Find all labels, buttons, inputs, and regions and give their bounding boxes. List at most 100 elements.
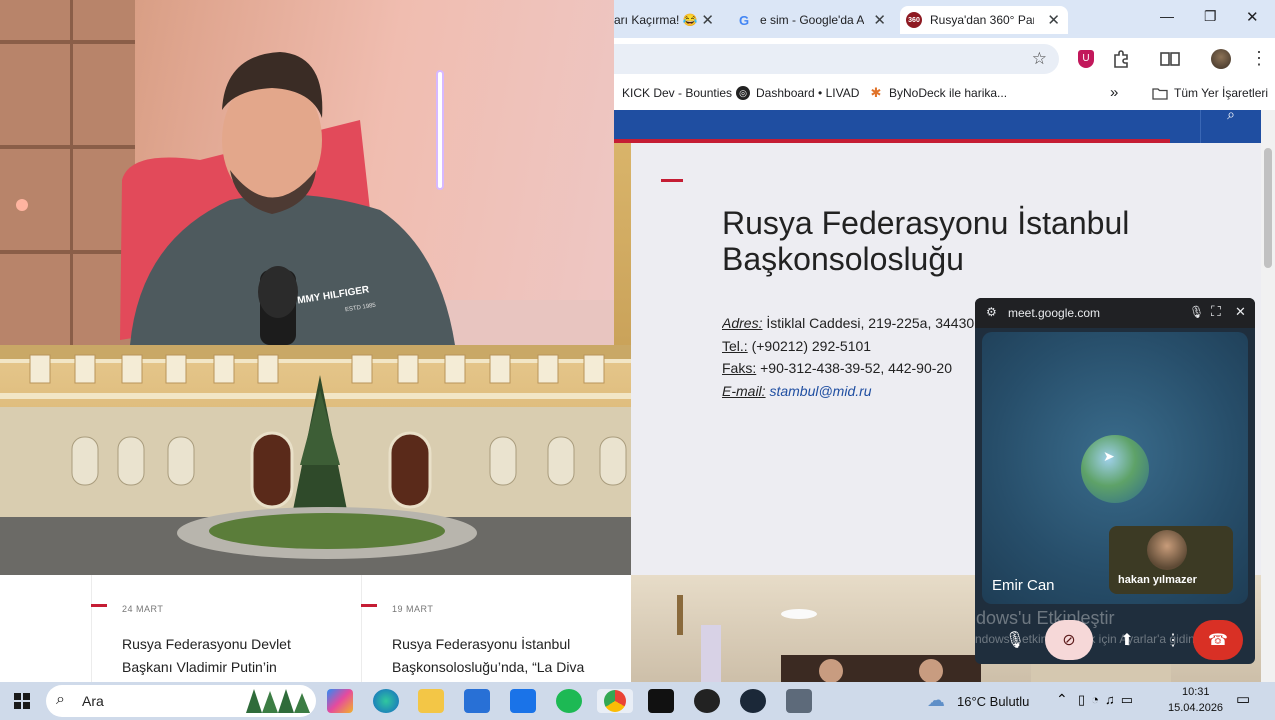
camera-off-button[interactable]: ⊘ [1045,620,1093,660]
consulate-building-photo [0,345,631,575]
meet-header: ⚙ meet.google.com 🎙 ⛶ ✕ [975,298,1255,328]
obs-icon[interactable] [694,689,720,713]
calculator-icon[interactable] [786,689,812,713]
steam-icon[interactable] [740,689,766,713]
address-bar[interactable]: ☆ [614,44,1059,74]
news-divider [91,575,92,682]
tab-video[interactable]: arı Kaçırma! 😂 ✕ [614,6,722,34]
more-bookmarks-button[interactable]: » [1110,84,1118,101]
present-screen-button[interactable]: ⬆ [1107,620,1147,660]
chrome-icon[interactable] [597,689,633,713]
bookmark-bynodeck[interactable]: ✱ ByNoDeck ile harika... [869,85,1008,100]
tab-google-search[interactable]: G e sim - Google'da Ara ✕ [732,6,894,34]
news-date: 19 MART [392,604,434,614]
clock-time[interactable]: 10:31 [1182,686,1210,698]
notification-icon[interactable]: ▭ [1236,690,1250,708]
menu-kebab-icon[interactable]: ⋮ [1250,48,1268,69]
bookmark-livad[interactable]: ◎ Dashboard • LIVAD [736,86,859,100]
reading-list-icon[interactable] [1160,51,1180,67]
clock-date[interactable]: 15.04.2026 [1168,702,1223,714]
search-placeholder: Ara [82,693,104,709]
search-icon: ⌕ [56,691,65,708]
edge-icon[interactable] [373,689,399,713]
news-date: 24 MART [122,604,164,614]
puzzle-icon[interactable] [1112,50,1130,68]
meet-pip-window: ⚙ meet.google.com 🎙 ⛶ ✕ ➤ Emir Can hakan… [975,298,1255,664]
bookmark-label: ByNoDeck ile harika... [889,86,1008,100]
close-icon[interactable]: ✕ [701,11,714,29]
maximize-button[interactable]: ❐ [1204,8,1217,25]
self-name: hakan yılmazer [1118,574,1197,586]
google-icon: G [738,12,750,28]
site-settings-icon[interactable]: ⚙ [986,305,997,319]
folder-icon [1152,87,1168,100]
nav-divider [1200,110,1201,143]
tab-panorama[interactable]: 360 Rusya'dan 360° Panorama ✕ [900,6,1068,34]
windows-start-icon[interactable] [14,693,30,709]
news-divider [361,575,362,682]
tray-chevron-icon[interactable]: ⌃ [1056,691,1068,708]
page-title: Rusya Federasyonu İstanbul Başkonsoloslu… [722,205,1130,277]
search-icon[interactable]: ⌕ [1227,106,1235,123]
windows-taskbar: ⌕ Ara ☁ 16°C Bulutlu ⌃ ▯◔♫▭ 10:31 15.04.… [0,682,1275,720]
back-to-tab-icon[interactable]: ⛶ [1211,303,1221,320]
file-explorer-icon[interactable] [418,689,444,713]
bookmark-kick[interactable]: KICK Dev - Bounties [622,86,732,100]
address-label: Adres: [722,315,763,331]
participant-name: Emir Can [992,577,1055,594]
participant-avatar [1081,435,1149,503]
store-icon[interactable] [464,689,490,713]
page-scrollbar-thumb[interactable] [1264,148,1272,268]
star-icon[interactable]: ☆ [1032,49,1047,69]
tray-system-icons[interactable]: ▯◔♫▭ [1078,692,1139,708]
search-highlight-trees-icon [246,689,310,713]
end-call-button[interactable]: ☎ [1193,620,1243,660]
app-tool-icon[interactable] [648,689,674,713]
tab-title: Rusya'dan 360° Panorama [930,13,1034,27]
window-close-button[interactable]: ✕ [1246,8,1259,26]
news-title-link[interactable]: Rusya Federasyonu Devlet Başkanı Vladimi… [122,633,342,679]
news-accent [91,604,107,607]
mouse-cursor-icon: ➤ [1103,448,1115,464]
outlook-icon[interactable] [510,689,536,713]
self-view-tile: hakan yılmazer [1109,526,1233,594]
copilot-icon[interactable] [327,689,353,713]
tab-strip: arı Kaçırma! 😂 ✕ G e sim - Google'da Ara… [614,0,1275,38]
bynodeck-icon: ✱ [870,85,882,100]
address-value: İstiklal Caddesi, 219-225a, 34430, [766,315,979,331]
building-illustration [0,345,631,575]
news-accent [361,604,377,607]
browser-toolbar: ☆ U ⋮ [614,38,1275,80]
close-pip-icon[interactable]: ✕ [1235,304,1246,320]
tel-line: Tel.: (+90212) 292-5101 [722,338,982,354]
mic-button[interactable]: 🎙 [995,620,1035,660]
fax-line: Faks: +90-312-438-39-52, 442-90-20 [722,360,982,376]
extension-shield-icon[interactable]: U [1078,50,1094,68]
spotify-icon[interactable] [556,689,582,713]
taskbar-search[interactable]: ⌕ Ara [46,685,316,717]
weather-cloud-icon: ☁ [927,690,945,710]
close-icon[interactable]: ✕ [873,11,886,29]
meet-controls: Windows'u Etkinleştir Windows'u etkinleş… [975,608,1255,664]
bookmark-label: Dashboard • LIVAD [756,86,860,100]
weather-text[interactable]: 16°C Bulutlu [957,694,1029,709]
profile-avatar[interactable] [1211,49,1231,69]
email-link[interactable]: stambul@mid.ru [769,383,871,399]
minimize-button[interactable]: — [1160,8,1174,24]
email-line: E-mail: stambul@mid.ru [722,383,982,399]
bookmark-label: Tüm Yer İşaretleri [1174,86,1269,100]
address-line: Adres: İstiklal Caddesi, 219-225a, 34430… [722,315,982,331]
desktop: arı Kaçırma! 😂 ✕ G e sim - Google'da Ara… [0,0,1275,720]
tab-title: e sim - Google'da Ara [760,13,864,27]
bookmark-label: KICK Dev - Bounties [622,86,733,100]
news-title-link[interactable]: Rusya Federasyonu İstanbul Başkonsoloslu… [392,633,612,679]
tel-value: (+90212) 292-5101 [751,338,872,354]
chrome-logo [604,690,626,712]
all-bookmarks[interactable]: Tüm Yer İşaretleri [1152,86,1268,100]
self-avatar [1147,530,1187,570]
tel-label: Tel.: [722,338,748,354]
close-icon[interactable]: ✕ [1047,11,1060,29]
email-label: E-mail: [722,383,766,399]
more-options-button[interactable]: ⋮ [1161,620,1185,660]
tab-title: arı Kaçırma! 😂 [614,13,698,27]
